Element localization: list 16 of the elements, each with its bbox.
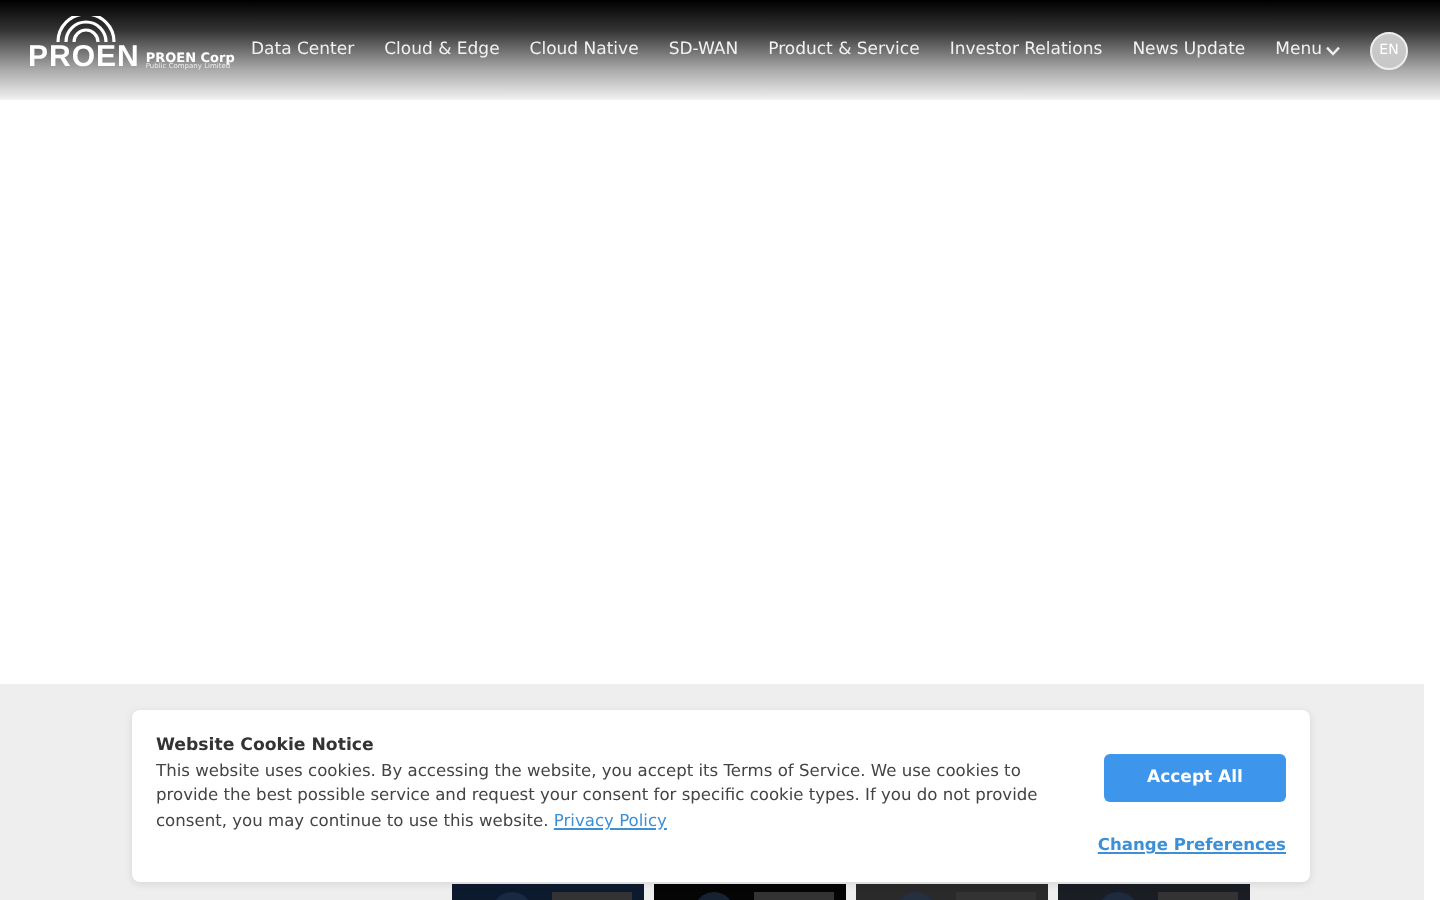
logo-wordmark[interactable]: PROEN	[28, 39, 140, 73]
notice-title: Website Cookie Notice	[156, 734, 376, 758]
nav-link[interactable]: Cloud & Edge	[384, 40, 500, 60]
nav-link[interactable]: Investor Relations	[949, 40, 1103, 60]
chevron-down-icon	[1326, 45, 1340, 55]
nav-link[interactable]: News Update	[1132, 40, 1246, 60]
menu-link[interactable]: Menu	[1275, 40, 1340, 60]
notice-text: This website uses cookies. By accessing the website, you accept its Terms of Service. We use cookies to provide the best possible service and request your consent for specific cookie types. If you do not provide consent, you may continue to use this website. Privacy Policy	[156, 758, 1040, 833]
nav-link[interactable]: Cloud Native	[529, 40, 639, 60]
privacy-policy-link[interactable]: Privacy Policy	[553, 809, 667, 830]
change-preferences-link[interactable]: Change Preferences	[1097, 834, 1286, 854]
accept-all-button[interactable]: Accept All	[1104, 754, 1286, 802]
signal-waves-icon	[52, 15, 120, 43]
nav-link[interactable]: Data Center	[250, 40, 355, 60]
nav-link[interactable]: SD-WAN	[668, 40, 739, 60]
nav-link[interactable]: Product & Service	[768, 40, 920, 60]
